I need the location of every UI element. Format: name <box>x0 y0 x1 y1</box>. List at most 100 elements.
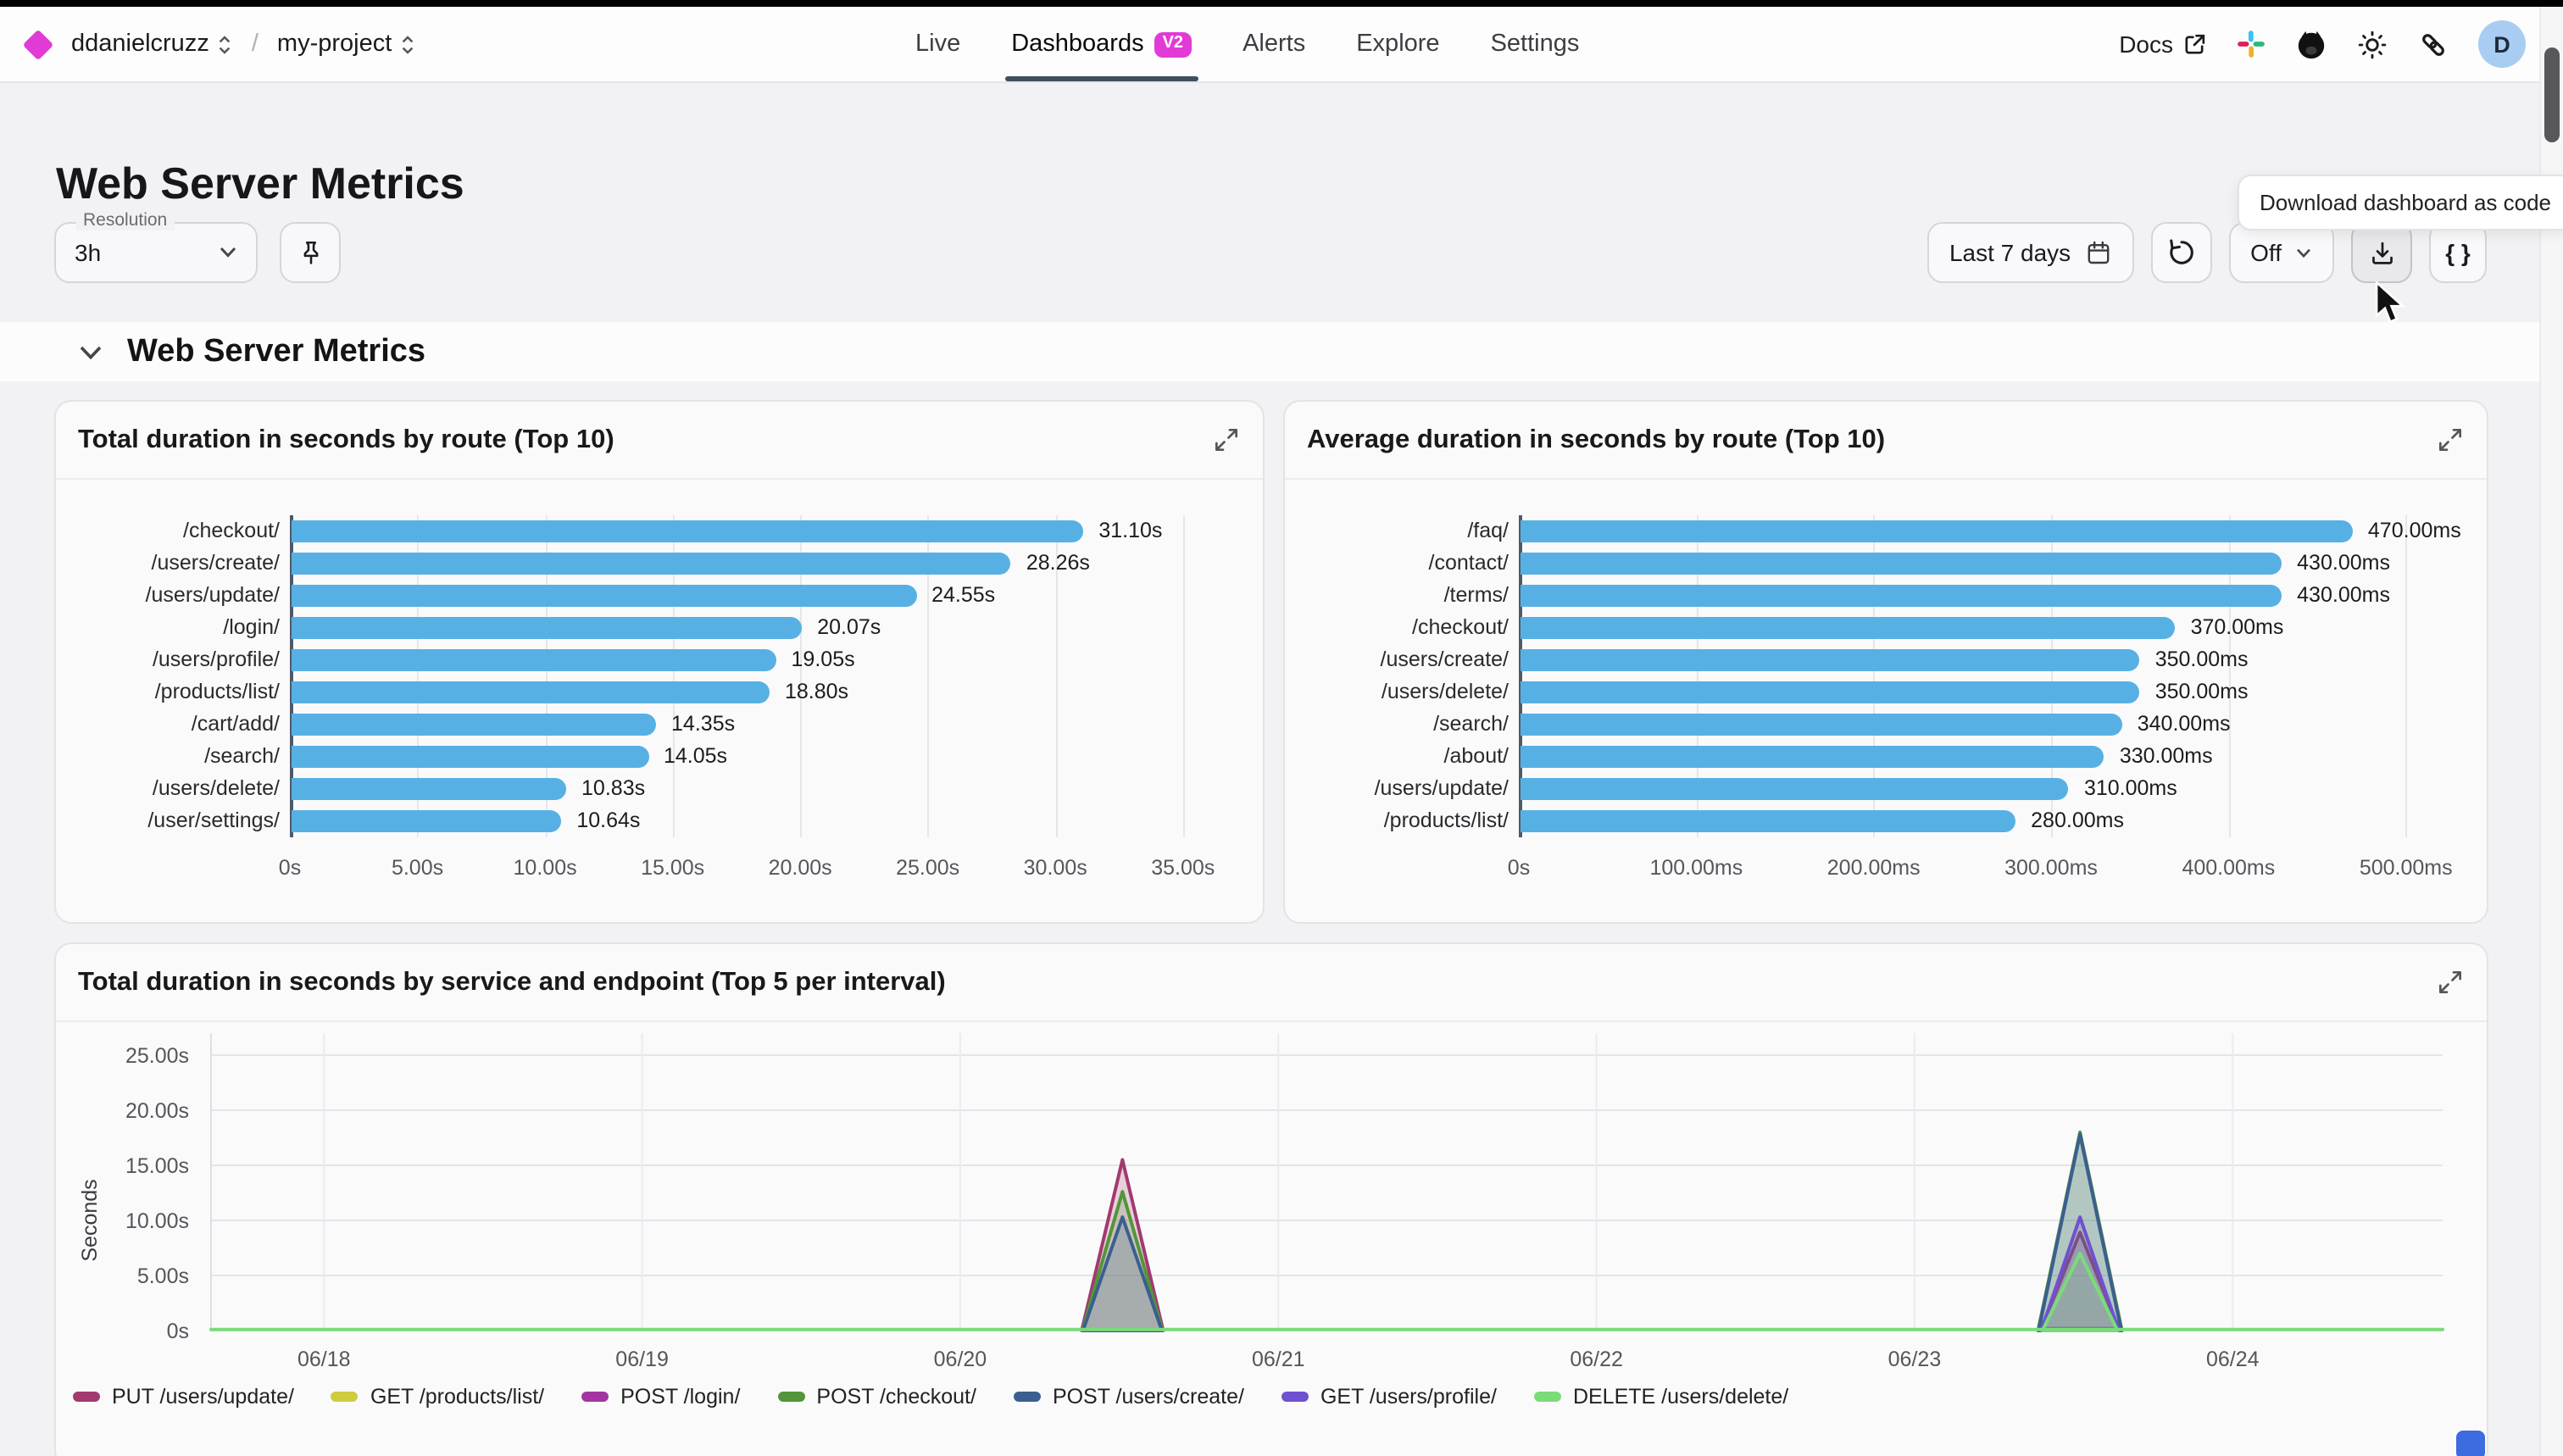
legend-label: GET /users/profile/ <box>1320 1385 1497 1409</box>
bar <box>292 778 566 800</box>
sort-chevrons-icon <box>218 33 233 55</box>
slack-icon[interactable] <box>2236 29 2266 59</box>
legend-swatch <box>777 1392 804 1403</box>
bar <box>292 520 1083 542</box>
panel-title: Total duration in seconds by route (Top … <box>78 425 614 455</box>
legend-item[interactable]: DELETE /users/delete/ <box>1534 1385 1788 1409</box>
bar <box>292 585 916 607</box>
bar-row: 14.35s <box>290 709 1244 741</box>
legend-item[interactable]: GET /products/list/ <box>331 1385 544 1409</box>
bar <box>1521 520 2353 542</box>
bar <box>292 714 656 736</box>
area-chart: 0s5.00s10.00s15.00s20.00s25.00s06/1806/1… <box>56 1022 2487 1409</box>
project-selector[interactable]: my-project <box>277 31 415 58</box>
org-selector[interactable]: ddanielcruzz <box>71 31 233 58</box>
legend-label: DELETE /users/delete/ <box>1573 1385 1788 1409</box>
legend-label: PUT /users/update/ <box>112 1385 294 1409</box>
bar-category-label: /users/update/ <box>1305 773 1509 805</box>
bar-row: 10.83s <box>290 773 1244 805</box>
main-nav-tabs: Live Dashboards V2 Alerts Explore Settin… <box>915 7 1579 81</box>
legend-item[interactable]: GET /users/profile/ <box>1282 1385 1497 1409</box>
tab-settings[interactable]: Settings <box>1491 7 1580 81</box>
bar-value-label: 18.80s <box>785 676 848 709</box>
expand-panel-icon[interactable] <box>2438 970 2463 995</box>
refresh-button[interactable] <box>2150 222 2211 283</box>
y-tick-label: 5.00s <box>137 1264 189 1288</box>
user-avatar[interactable]: D <box>2478 20 2526 68</box>
legend-item[interactable]: PUT /users/update/ <box>73 1385 294 1409</box>
bar-category-label: /products/list/ <box>1305 805 1509 837</box>
bar <box>1521 649 2140 671</box>
docs-link[interactable]: Docs <box>2119 31 2207 58</box>
dashboard-section-header[interactable]: Web Server Metrics <box>0 322 2563 381</box>
legend-label: GET /products/list/ <box>370 1385 544 1409</box>
legend-swatch <box>581 1392 609 1403</box>
tab-dashboards[interactable]: Dashboards V2 <box>1011 7 1192 81</box>
tab-alerts[interactable]: Alerts <box>1243 7 1305 81</box>
github-icon[interactable] <box>2295 28 2327 60</box>
x-tick-label: 5.00s <box>392 856 443 880</box>
tab-live[interactable]: Live <box>915 7 960 81</box>
navbar: ddanielcruzz / my-project Live Dashboard… <box>0 7 2563 83</box>
bar-category-label: /login/ <box>76 612 280 644</box>
bar-value-label: 14.35s <box>671 709 735 741</box>
x-tick-label: 10.00s <box>514 856 577 880</box>
hbar-chart: /faq//contact//terms//checkout//users/cr… <box>1285 480 2487 888</box>
bar <box>1521 778 2069 800</box>
resolution-value: 3h <box>75 239 101 266</box>
bar-row: 430.00ms <box>1519 580 2468 612</box>
tab-explore[interactable]: Explore <box>1356 7 1439 81</box>
bar-category-label: /cart/add/ <box>76 709 280 741</box>
bar-category-label: /users/delete/ <box>76 773 280 805</box>
legend-swatch <box>1014 1392 1041 1403</box>
mouse-cursor <box>2375 281 2407 325</box>
bar <box>1521 553 2282 575</box>
share-link-icon[interactable] <box>2417 28 2449 60</box>
bar-value-label: 280.00ms <box>2031 805 2124 837</box>
scrollbar-thumb[interactable] <box>2544 47 2560 142</box>
bar-row: 330.00ms <box>1519 741 2468 773</box>
legend-item[interactable]: POST /users/create/ <box>1014 1385 1244 1409</box>
bar-value-label: 10.83s <box>581 773 645 805</box>
x-tick-label: 200.00ms <box>1827 856 1921 880</box>
dashboard-code-button[interactable]: { } <box>2429 222 2487 283</box>
resolution-select[interactable]: Resolution 3h <box>54 222 258 283</box>
bar-category-label: /search/ <box>1305 709 1509 741</box>
bar-row: 430.00ms <box>1519 547 2468 580</box>
legend-item[interactable]: POST /login/ <box>581 1385 740 1409</box>
bar <box>1521 617 2176 639</box>
bar-row: 470.00ms <box>1519 515 2468 547</box>
dashboard-controls-left: Resolution 3h <box>54 210 341 283</box>
blue-corner-widget[interactable] <box>2456 1431 2485 1456</box>
window-top-strip <box>0 0 2563 7</box>
bar <box>1521 585 2282 607</box>
x-tick-label: 06/19 <box>615 1348 669 1371</box>
expand-panel-icon[interactable] <box>1214 427 1239 453</box>
panel-header: Average duration in seconds by route (To… <box>1285 402 2487 480</box>
bar-row: 28.26s <box>290 547 1244 580</box>
area-chart-canvas: 0s5.00s10.00s15.00s20.00s25.00s06/1806/1… <box>56 1022 2487 1381</box>
x-tick-label: 500.00ms <box>2360 856 2453 880</box>
legend-label: POST /checkout/ <box>816 1385 976 1409</box>
bar-value-label: 24.55s <box>931 580 995 612</box>
time-range-button[interactable]: Last 7 days <box>1927 222 2133 283</box>
download-dashboard-button[interactable] <box>2351 222 2412 283</box>
bar-value-label: 350.00ms <box>2155 644 2249 676</box>
legend-label: POST /login/ <box>620 1385 740 1409</box>
legend-item[interactable]: POST /checkout/ <box>777 1385 976 1409</box>
pin-dashboard-button[interactable] <box>280 222 341 283</box>
bar-row: 370.00ms <box>1519 612 2468 644</box>
chevron-down-icon <box>219 246 237 259</box>
legend-swatch <box>1534 1392 1561 1403</box>
expand-panel-icon[interactable] <box>2438 427 2463 453</box>
bar-category-label: /checkout/ <box>76 515 280 547</box>
light-mode-sun-icon[interactable] <box>2356 28 2388 60</box>
bar-value-label: 31.10s <box>1098 515 1162 547</box>
auto-refresh-select[interactable]: Off <box>2228 222 2334 283</box>
legend-swatch <box>1282 1392 1309 1403</box>
legend-label: POST /users/create/ <box>1053 1385 1244 1409</box>
bar <box>1521 681 2140 703</box>
bar <box>1521 714 2122 736</box>
x-tick-label: 15.00s <box>641 856 704 880</box>
bar-value-label: 19.05s <box>792 644 855 676</box>
